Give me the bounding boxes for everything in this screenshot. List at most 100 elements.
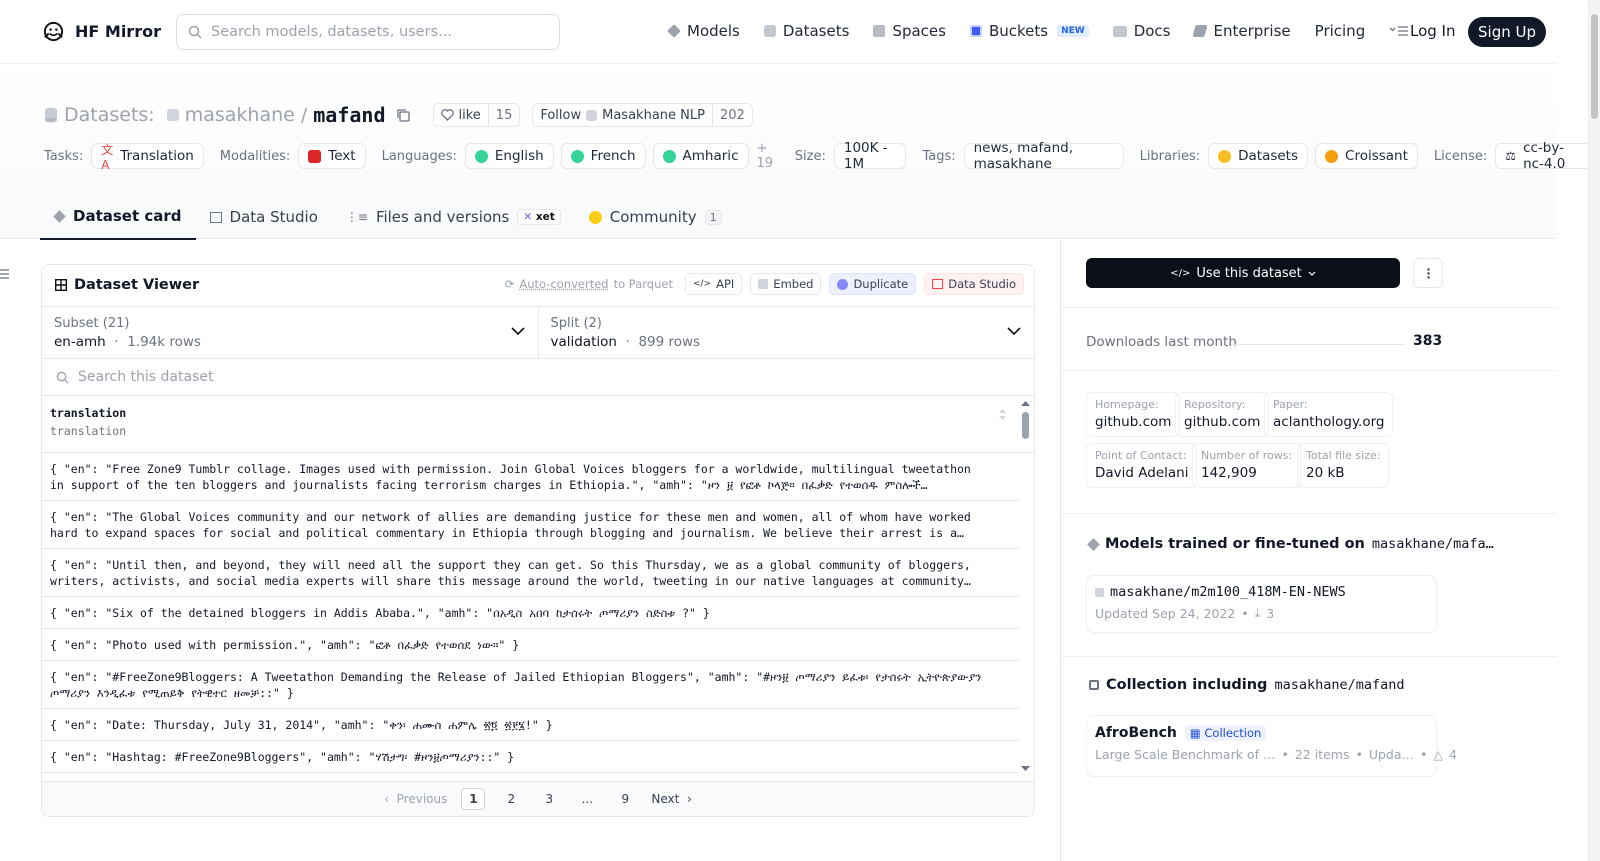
global-search-input[interactable]: Search models, datasets, users... <box>176 14 560 50</box>
cube-icon <box>667 24 681 38</box>
toc-toggle-icon[interactable] <box>0 268 10 280</box>
nav-more-menu[interactable] <box>1389 25 1409 37</box>
library-tag-datasets[interactable]: Datasets <box>1208 143 1309 169</box>
nav-spaces[interactable]: Spaces <box>873 22 946 40</box>
next-page-button[interactable]: Next › <box>651 792 691 806</box>
database-icon <box>763 25 776 37</box>
scroll-down-arrow-icon[interactable] <box>1021 765 1030 772</box>
translation-icon: 文A <box>101 142 114 172</box>
repo-owner-link[interactable]: masakhane <box>185 104 295 126</box>
sort-icon[interactable] <box>998 408 1007 421</box>
data-studio-button[interactable]: Data Studio <box>924 273 1024 295</box>
embed-button[interactable]: Embed <box>750 273 822 295</box>
license-tag[interactable]: ⚖ cc-by-nc-4.0 <box>1495 140 1593 172</box>
table-row[interactable]: { "en": "The Global Voices community and… <box>42 501 1019 549</box>
column-header-translation[interactable]: translation translation <box>42 396 1034 453</box>
nav-buckets[interactable]: Buckets NEW <box>969 22 1089 40</box>
duplicate-button[interactable]: Duplicate <box>829 273 917 295</box>
table-row[interactable]: { "en": "Six of the detained bloggers in… <box>42 597 1019 629</box>
page-scroll-thumb[interactable] <box>1591 14 1598 119</box>
embed-icon <box>758 279 769 289</box>
languages-more-link[interactable]: + 19 <box>757 141 781 171</box>
page-1-button[interactable]: 1 <box>461 788 486 810</box>
auto-converted-link[interactable]: Auto-converted <box>519 277 608 291</box>
table-icon <box>55 279 67 291</box>
previous-label: Previous <box>396 792 448 806</box>
signup-button[interactable]: Sign Up <box>1468 17 1546 47</box>
language-tag-amharic[interactable]: Amharic <box>652 143 749 169</box>
nav-models[interactable]: Models <box>667 22 740 40</box>
table-row[interactable]: { "en": "Free Zone9 Tumblr collage. Imag… <box>42 453 1019 501</box>
tab-dataset-card[interactable]: Dataset card <box>40 194 196 240</box>
globe-icon <box>662 149 676 163</box>
subset-select[interactable]: Subset (21) en-amh · 1.94k rows <box>42 307 538 358</box>
repo-name-link[interactable]: mafand <box>313 103 385 127</box>
license-label: License: <box>1433 148 1488 164</box>
xet-label: xet <box>535 211 555 223</box>
nav-enterprise[interactable]: Enterprise <box>1192 22 1291 40</box>
model-card[interactable]: masakhane/m2m100_418M-EN-NEWS Updated Se… <box>1086 575 1437 633</box>
libraries-label: Libraries: <box>1139 148 1201 164</box>
nav-docs[interactable]: Docs <box>1112 22 1170 40</box>
model-updated: Updated Sep 24, 2022 <box>1095 605 1236 621</box>
viewer-header: Dataset Viewer ⟳ Auto-converted to Parquet… <box>42 265 1034 307</box>
parquet-label: to Parquet <box>613 277 673 291</box>
table-icon <box>932 279 944 289</box>
page-9-button[interactable]: 9 <box>613 788 637 810</box>
task-tag-translation[interactable]: 文A Translation <box>91 142 204 172</box>
contact-card[interactable]: Point of Contact: David Adelani <box>1086 443 1198 488</box>
nav-models-label: Models <box>687 22 740 40</box>
divider <box>1061 307 1557 308</box>
library-tag-croissant[interactable]: Croissant <box>1315 143 1418 169</box>
copy-icon[interactable] <box>396 108 411 123</box>
rows-scrollbar[interactable] <box>1021 400 1030 772</box>
use-this-dataset-button[interactable]: </> Use this dataset <box>1086 258 1400 288</box>
org-avatar <box>586 109 598 121</box>
size-tag[interactable]: 100K - 1M <box>833 140 907 172</box>
language-tag-english[interactable]: English <box>464 143 554 169</box>
language-tag-french[interactable]: French <box>560 143 646 169</box>
viewer-title-text: Dataset Viewer <box>74 277 200 293</box>
paper-card[interactable]: Paper: aclanthology.org <box>1264 392 1394 437</box>
more-options-button[interactable] <box>1413 258 1443 288</box>
table-row[interactable]: { "en": "Date: Thursday, July 31, 2014",… <box>42 709 1019 741</box>
like-button[interactable]: like 15 <box>432 103 521 127</box>
scroll-up-arrow-icon[interactable] <box>1021 400 1030 407</box>
api-button[interactable]: </> API <box>684 273 743 295</box>
nav-pricing[interactable]: Pricing <box>1315 22 1366 40</box>
split-select[interactable]: Split (2) validation · 899 rows <box>537 307 1035 358</box>
scroll-thumb[interactable] <box>1022 412 1029 439</box>
collection-description: Large Scale Benchmark of … <box>1095 747 1276 762</box>
brand-logo[interactable]: HF Mirror <box>42 20 161 43</box>
row-text-line: { "en": "Free Zone9 Tumblr collage. Imag… <box>50 462 971 476</box>
follow-button[interactable]: Follow Masakhane NLP 202 <box>532 103 753 127</box>
modality-tag-text[interactable]: Text <box>298 143 366 169</box>
homepage-card[interactable]: Homepage: github.com <box>1086 392 1181 437</box>
repository-card[interactable]: Repository: github.com <box>1175 392 1270 437</box>
table-row[interactable]: { "en": "Until then, and beyond, they wi… <box>42 549 1019 597</box>
page-3-button[interactable]: 3 <box>537 788 561 810</box>
row-text-line: { "en": "Photo used with permission.", "… <box>50 638 520 652</box>
auto-converted-note[interactable]: ⟳ Auto-converted to Parquet <box>505 277 673 291</box>
follow-count: 202 <box>711 104 752 126</box>
tab-data-studio[interactable]: Data Studio <box>196 194 332 240</box>
tags-tag[interactable]: news, mafand, masakhane <box>963 140 1124 172</box>
rows-count-value: 142,909 <box>1201 465 1257 481</box>
table-row[interactable]: { "en": "Photo used with permission.", "… <box>42 629 1019 661</box>
nav-datasets[interactable]: Datasets <box>763 22 849 40</box>
page-scrollbar[interactable] <box>1588 0 1600 861</box>
kebab-menu-icon <box>1426 267 1430 279</box>
login-link[interactable]: Log In <box>1410 22 1456 40</box>
dataset-search-input[interactable]: Search this dataset <box>42 359 1034 396</box>
table-row[interactable]: { "en": "#FreeZone9Bloggers: A Tweetatho… <box>42 661 1019 709</box>
table-row[interactable]: { "en": "Hashtag: #FreeZone9Bloggers", "… <box>42 741 1019 773</box>
row-text-line: { "en": "The Global Voices community and… <box>50 510 971 524</box>
page-2-button[interactable]: 2 <box>499 788 523 810</box>
row-text-line: { "en": "Date: Thursday, July 31, 2014",… <box>50 718 553 732</box>
collection-card[interactable]: AfroBench ▦ Collection Large Scale Benchm… <box>1086 715 1457 777</box>
tab-community[interactable]: Community 1 <box>575 194 736 240</box>
dataset-icon <box>45 107 57 123</box>
table-icon <box>209 211 222 223</box>
tab-files[interactable]: ⋮≡ Files and versions ✕ xet <box>332 194 575 240</box>
previous-page-button[interactable]: ‹ Previous <box>384 792 447 806</box>
